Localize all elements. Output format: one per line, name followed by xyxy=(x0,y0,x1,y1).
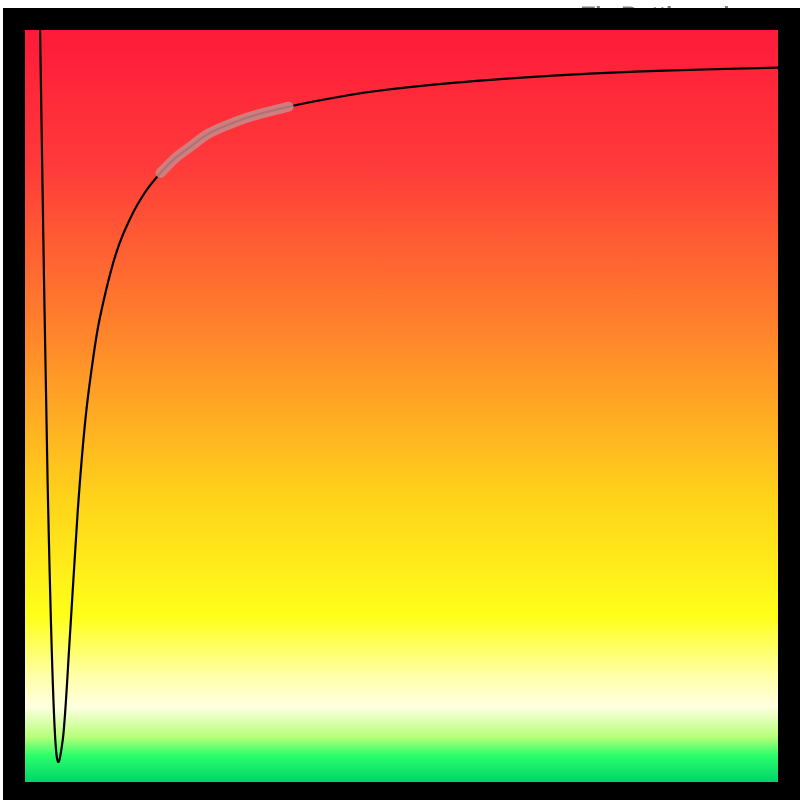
plot-background xyxy=(25,30,778,782)
bottleneck-chart xyxy=(0,0,800,800)
